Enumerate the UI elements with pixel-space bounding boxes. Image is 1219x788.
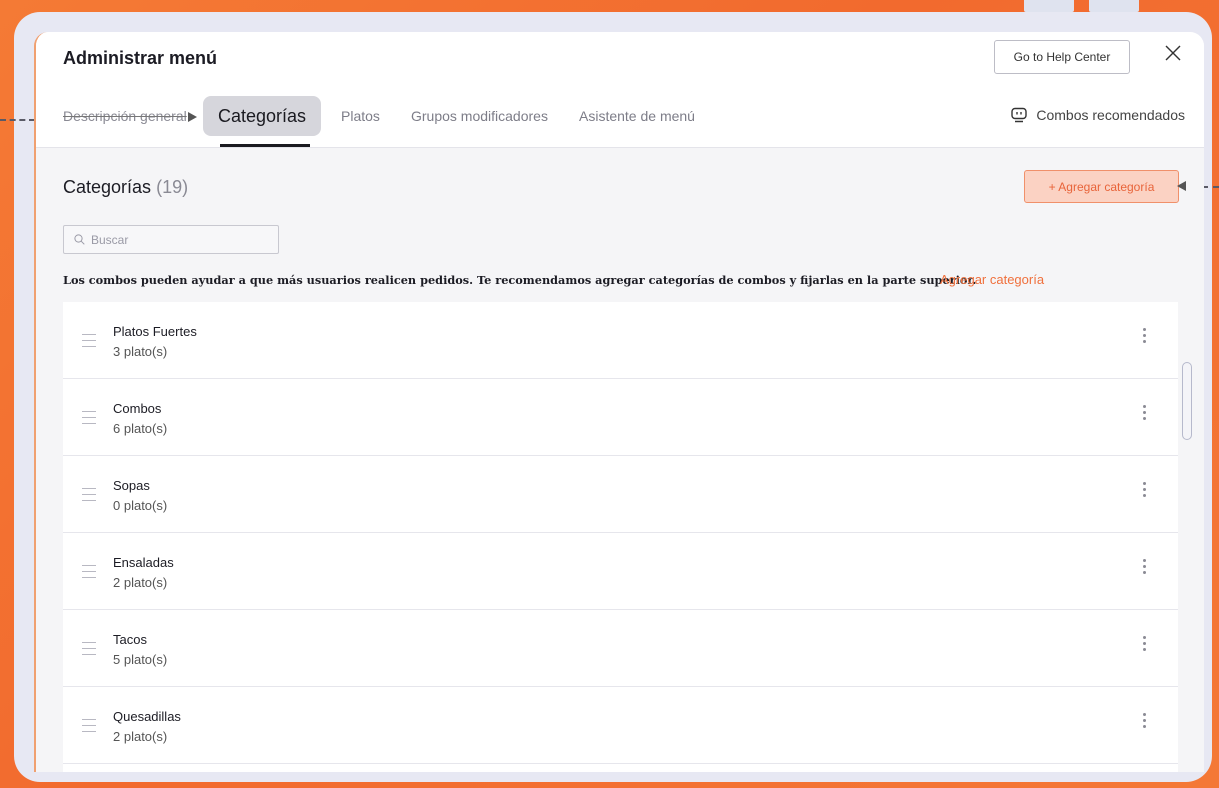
category-name: Quesadillas [113, 709, 181, 724]
category-name: Platos Fuertes [113, 324, 197, 339]
list-item[interactable]: Ensaladas 2 plato(s) [63, 533, 1178, 610]
scrollbar[interactable] [1182, 362, 1192, 440]
more-options-icon[interactable] [1143, 636, 1147, 654]
categories-heading: Categorías (19) [63, 177, 188, 198]
page-title: Administrar menú [63, 48, 218, 68]
list-item[interactable]: Combos 6 plato(s) [63, 379, 1178, 456]
search-input[interactable]: Buscar [63, 225, 279, 254]
manage-menu-panel: Administrar menú Go to Help Center Descr… [34, 32, 1204, 772]
tab-bar: Descripción general Categorías Platos Gr… [36, 96, 1204, 147]
more-options-icon[interactable] [1143, 405, 1147, 423]
drag-handle-icon[interactable] [82, 488, 96, 506]
tab-overview[interactable]: Descripción general [63, 108, 187, 124]
category-name: Combos [113, 401, 162, 416]
category-name: Ensaladas [113, 555, 174, 570]
pointer-arrow [188, 112, 197, 122]
category-dish-count: 2 plato(s) [113, 729, 168, 744]
list-item[interactable]: Tacos 5 plato(s) [63, 610, 1178, 687]
background-tab [1024, 0, 1074, 12]
categories-list: Platos Fuertes 3 plato(s) Combos 6 plato… [63, 302, 1178, 772]
more-options-icon[interactable] [1143, 713, 1147, 731]
category-dish-count: 2 plato(s) [113, 575, 168, 590]
combos-recommended-link[interactable]: Combos recomendados [1010, 107, 1185, 123]
add-category-button[interactable]: + Agregar categoría [1024, 170, 1179, 203]
robot-icon [1011, 107, 1028, 123]
more-options-icon[interactable] [1143, 559, 1147, 577]
more-options-icon[interactable] [1143, 328, 1147, 346]
list-item[interactable]: Sopas 0 plato(s) [63, 456, 1178, 533]
drag-handle-icon[interactable] [82, 565, 96, 583]
tab-menu-assistant[interactable]: Asistente de menú [579, 108, 695, 124]
drag-handle-icon[interactable] [82, 642, 96, 660]
combos-notice: Los combos pueden ayudar a que más usuar… [63, 273, 977, 287]
category-dish-count: 0 plato(s) [113, 498, 168, 513]
search-icon [74, 234, 85, 245]
close-icon-glyph [1165, 45, 1181, 61]
categories-title: Categorías [63, 177, 152, 197]
header: Administrar menú Go to Help Center Descr… [36, 32, 1204, 148]
tab-modifier-groups[interactable]: Grupos modificadores [411, 108, 548, 124]
category-dish-count: 6 plato(s) [113, 421, 168, 436]
category-dish-count: 3 plato(s) [113, 344, 168, 359]
drag-handle-icon[interactable] [82, 719, 96, 737]
list-item[interactable]: Platos Fuertes 3 plato(s) [63, 302, 1178, 379]
drag-handle-icon[interactable] [82, 334, 96, 352]
active-tab-indicator [220, 144, 310, 147]
list-item[interactable]: Quesadillas 2 plato(s) [63, 687, 1178, 764]
category-name: Sopas [113, 478, 150, 493]
drag-handle-icon[interactable] [82, 411, 96, 429]
search-placeholder: Buscar [91, 232, 129, 247]
background-tab [1089, 0, 1139, 12]
category-name: Tacos [113, 632, 147, 647]
category-dish-count: 5 plato(s) [113, 652, 168, 667]
combos-recommended-label: Combos recomendados [1036, 107, 1185, 123]
help-center-button[interactable]: Go to Help Center [994, 40, 1130, 74]
tab-dishes[interactable]: Platos [341, 108, 380, 124]
categories-count: (19) [156, 177, 189, 197]
pointer-arrow [1177, 181, 1186, 191]
add-category-link[interactable]: Agregar categoría [940, 272, 1044, 287]
close-icon[interactable] [1162, 42, 1184, 64]
tab-categories[interactable]: Categorías [203, 96, 322, 136]
more-options-icon[interactable] [1143, 482, 1147, 500]
